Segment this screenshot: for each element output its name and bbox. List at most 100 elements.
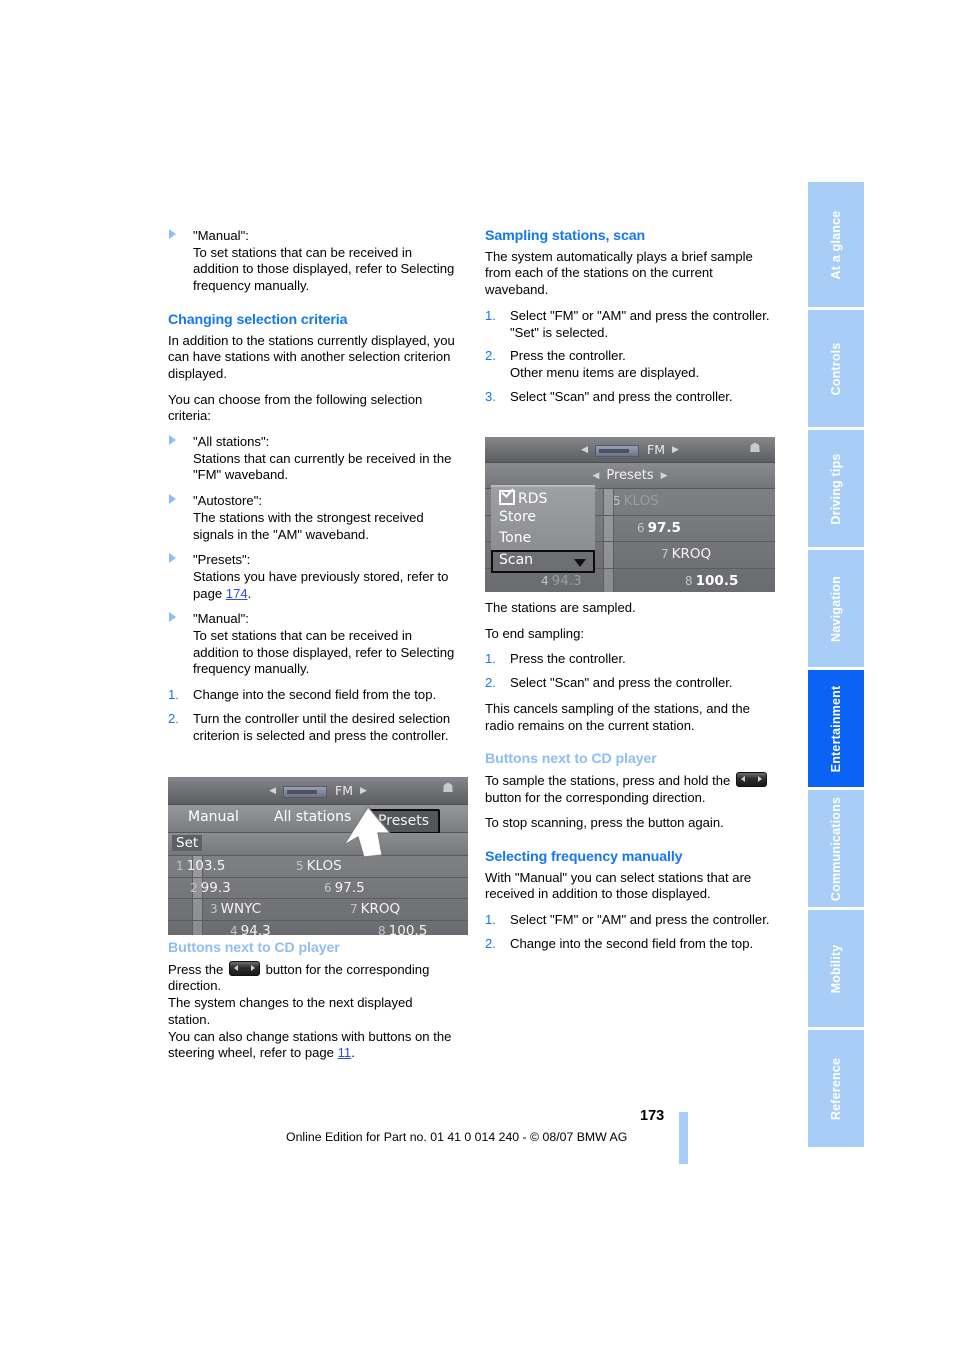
station-left: 4 94.3 [230,922,271,936]
chapter-tab-mobility[interactable]: Mobility [808,910,864,1027]
menu-item-store: Store [499,509,537,525]
chapter-tab-reference[interactable]: Reference [808,1030,864,1147]
station-left: 4 94.3 [541,572,582,589]
figure-radio-selection-criteria: ◀ FM ▶ ☗ Manual All stations Presets Set… [168,777,468,935]
band-indicator-icon [283,785,327,798]
subheading-buttons-next-to-cd-player-right: Buttons next to CD player [485,751,657,768]
checkbox-checked-icon [499,490,515,505]
station-right: 8 100.5 [685,572,739,589]
heading-selecting-frequency-manually: Selecting frequency manually [485,849,683,866]
chapter-tab-controls[interactable]: Controls [808,310,864,427]
bullet-term: "Manual": [193,611,249,627]
bullet-text: To set stations that can be received in … [193,244,455,294]
band-indicator-icon [595,444,639,457]
page-reference-link[interactable]: 174 [226,586,248,601]
list-item: Press the controller. [485,651,626,667]
station-right: 5 KLOS [296,858,342,874]
station-left: 3WNYC [210,901,262,917]
right-column-lower: The stations are sampled. To end samplin… [485,600,773,962]
table-row: 4 94.3 8 100.5 [168,921,468,936]
chevron-right-icon: ▶ [359,785,367,796]
list-item: Select "FM" or "AM" and press the contro… [485,307,770,340]
home-icon: ☗ [749,441,761,456]
station-right: 6 97.5 [324,879,365,896]
figure-station-list: 1 103.5 5 KLOS 2 99.3 6 97.5 3 WNYC 7 KROQ 4 94… [168,856,468,935]
chevron-left-icon: ◀ [269,785,276,796]
station-right: 7 KROQ [350,901,401,917]
manual-frequency-steps-list: Select "FM" or "AM" and press the contro… [485,912,773,952]
cursor-arrow-icon [343,807,392,858]
left-column-lower: Buttons next to CD player Press the butt… [168,940,456,1071]
station-left: 2 99.3 [190,879,231,896]
chapter-tab-entertainment[interactable]: Entertainment [808,670,864,787]
menu-item-scan: Scan [491,550,595,573]
chevron-left-icon: ◀ [581,444,588,455]
list-item: Turn the controller until the desired se… [168,710,451,743]
figure-context-menu: RDS Store Tone Scan [491,485,595,573]
left-column: "Manual": To set stations that can be re… [168,228,456,753]
chapter-tab-strip: At a glance Controls Driving tips Naviga… [808,182,864,1150]
figure-tab-manual: Manual [188,809,239,825]
triangle-bullet-icon [169,494,176,505]
station-right: 6 97.5 [637,519,681,536]
list-item: Select "FM" or "AM" and press the contro… [485,912,770,928]
chapter-tab-label: Controls [829,342,843,395]
heading-changing-selection-criteria: Changing selection criteria [168,311,348,328]
chapter-tab-navigation[interactable]: Navigation [808,550,864,667]
figure-presets-label: Presets [606,468,654,483]
list-item: Select "Scan" and press the controller. [485,388,733,405]
rocker-button-icon [228,960,260,976]
end-sampling-steps-list: Press the controller. Select "Scan" and … [485,651,773,691]
list-item: "Manual": To set stations that can be re… [168,228,456,295]
paragraph-to-end-sampling: To end sampling: [485,625,584,641]
paragraph-stop-scanning: To stop scanning, press the button again… [485,815,724,831]
table-row: 2 99.3 6 97.5 [168,878,468,899]
paragraph-stations-sampled: The stations are sampled. [485,600,636,615]
chapter-tab-driving-tips[interactable]: Driving tips [808,430,864,547]
chapter-tab-at-a-glance[interactable]: At a glance [808,182,864,307]
table-row: 3WNYC 7KROQ [168,899,468,921]
list-item: "Manual": To set stations that can be re… [168,611,456,678]
intro-bullet-list: "Manual": To set stations that can be re… [168,228,456,295]
paragraph-selection-intro: In addition to the stations currently di… [168,332,455,381]
chapter-tab-communications[interactable]: Communications [808,790,864,907]
manual-page: "Manual": To set stations that can be re… [0,0,954,1350]
triangle-bullet-icon [169,435,176,446]
paragraph-steering-wheel-left: You can also change stations with button… [168,1028,452,1061]
bullet-term: "All stations": [193,434,270,450]
list-item: Select "Scan" and press the controller. [485,675,733,691]
figure-criteria-tabs: Manual All stations Presets [168,805,468,834]
figure-band-bar: ◀ FM ▶ ☗ [485,437,775,463]
page-number: 173 [640,1108,665,1124]
chapter-tab-label: Driving tips [829,452,843,525]
bullet-text-end: . [247,585,252,601]
bullet-text: The stations with the strongest received… [193,509,424,542]
chapter-tab-label: Navigation [829,575,843,642]
heading-sampling-stations-scan: Sampling stations, scan [485,228,646,244]
list-item: "Presets": Stations you have previously … [168,552,456,602]
triangle-bullet-icon [169,612,176,623]
paragraph-press-button-left: Press the button for the corresponding d… [168,960,430,994]
selection-steps-list: Change into the second field from the to… [168,687,456,744]
figure-radio-scan-menu: ◀ FM ▶ ☗ ◀ Presets ▶ 5KLOS 697.5 3WNYC 7… [485,437,775,592]
page-reference-link[interactable]: 11 [338,1045,352,1060]
table-row: 1 103.5 5 KLOS [168,856,468,878]
bullet-text: To set stations that can be received in … [193,628,455,677]
chapter-tab-label: Mobility [829,944,843,993]
menu-item-rds: RDS [491,487,595,508]
bullet-term: "Manual": [193,228,249,243]
figure-set-row: Set [168,833,468,856]
list-item: Change into the second field from the to… [485,935,754,952]
paragraph-sample-hold-button: To sample the stations, press and hold t… [485,771,773,806]
bullet-term: "Autostore": [193,493,262,509]
band-label: FM [647,442,665,457]
sampling-steps-list: Select "FM" or "AM" and press the contro… [485,308,773,406]
footer-edition-text: Online Edition for Part no. 01 41 0 014 … [286,1130,628,1144]
right-column-upper: Sampling stations, scan The system autom… [485,228,773,414]
menu-item-tone: Tone [499,530,532,546]
triangle-bullet-icon [169,229,176,239]
list-item: Press the controller. Other menu items a… [485,348,700,380]
paragraph-manual-intro: With "Manual" you can select stations th… [485,869,752,902]
paragraph-selection-choose: You can choose from the following select… [168,391,423,424]
list-item: Change into the second field from the to… [168,687,437,703]
